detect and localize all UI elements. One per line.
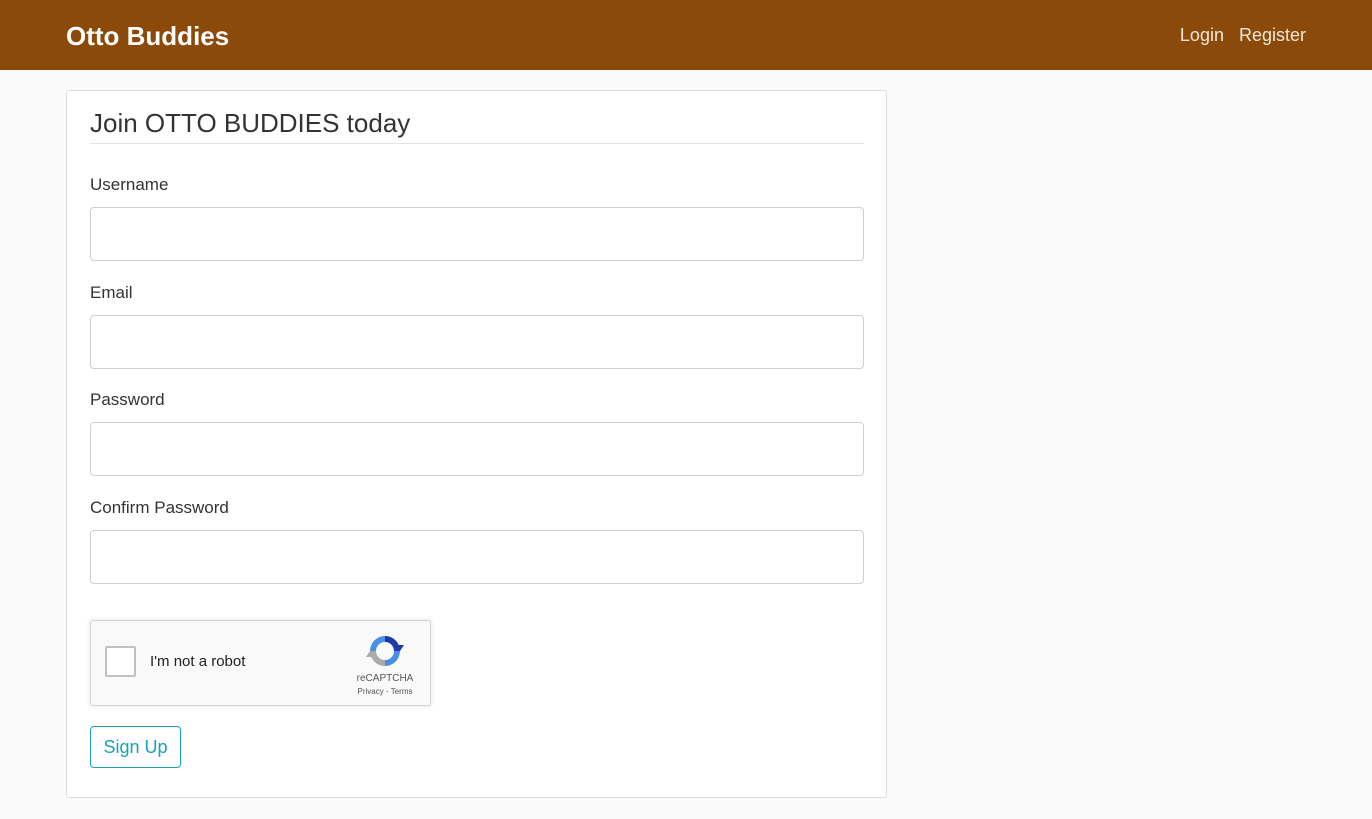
brand-link[interactable]: Otto Buddies bbox=[66, 18, 229, 54]
recaptcha-label: I'm not a robot bbox=[150, 653, 246, 670]
recaptcha-link-separator: - bbox=[383, 687, 391, 696]
email-input[interactable] bbox=[90, 315, 864, 369]
recaptcha-checkbox[interactable] bbox=[105, 646, 136, 677]
nav-links: Login Register bbox=[1180, 22, 1306, 48]
email-label: Email bbox=[90, 283, 133, 302]
register-link[interactable]: Register bbox=[1239, 22, 1306, 48]
recaptcha-widget: I'm not a robot reCAPTCHA Privacy - Term… bbox=[90, 620, 431, 706]
recaptcha-brand: reCAPTCHA bbox=[356, 673, 414, 684]
confirm-password-label: Confirm Password bbox=[90, 498, 229, 517]
login-link[interactable]: Login bbox=[1180, 22, 1224, 48]
confirm-password-input[interactable] bbox=[90, 530, 864, 584]
sign-up-button[interactable]: Sign Up bbox=[90, 726, 181, 768]
recaptcha-terms-link[interactable]: Terms bbox=[391, 687, 413, 696]
recaptcha-links: Privacy - Terms bbox=[345, 687, 425, 696]
recaptcha-privacy-link[interactable]: Privacy bbox=[358, 687, 384, 696]
username-label: Username bbox=[90, 175, 169, 194]
recaptcha-logo-icon bbox=[366, 636, 404, 666]
register-card: Join OTTO BUDDIES today Username Email P… bbox=[66, 90, 887, 798]
navbar: Otto Buddies Login Register bbox=[0, 0, 1372, 70]
username-input[interactable] bbox=[90, 207, 864, 261]
form-legend: Join OTTO BUDDIES today bbox=[90, 105, 864, 144]
password-label: Password bbox=[90, 390, 165, 409]
password-input[interactable] bbox=[90, 422, 864, 476]
